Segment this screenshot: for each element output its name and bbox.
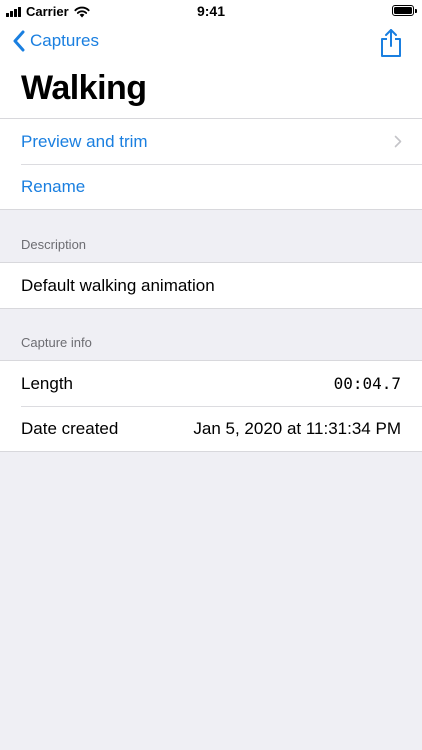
date-created-label: Date created bbox=[21, 418, 119, 438]
actions-group: Preview and trim Rename bbox=[0, 118, 422, 210]
rename-row[interactable]: Rename bbox=[0, 164, 422, 209]
back-button-label: Captures bbox=[30, 31, 99, 50]
description-text: Default walking animation bbox=[21, 275, 215, 295]
capture-info-section-header: Capture info bbox=[21, 335, 92, 350]
date-created-value: Jan 5, 2020 at 11:31:34 PM bbox=[193, 418, 401, 438]
length-label: Length bbox=[21, 373, 73, 393]
length-value: 00:04.7 bbox=[333, 374, 401, 393]
description-row[interactable]: Default walking animation bbox=[0, 263, 422, 308]
battery-icon bbox=[392, 5, 417, 16]
battery-level bbox=[394, 7, 412, 14]
description-group: Default walking animation bbox=[0, 262, 422, 309]
preview-and-trim-label: Preview and trim bbox=[21, 131, 148, 151]
description-section-header: Description bbox=[21, 237, 87, 252]
page-title: Walking bbox=[21, 69, 147, 107]
date-created-row: Date created Jan 5, 2020 at 11:31:34 PM bbox=[0, 406, 422, 451]
status-time: 9:41 bbox=[196, 3, 226, 19]
navigation-bar: Captures Walking bbox=[0, 22, 422, 118]
status-bar: Carrier 9:41 bbox=[0, 0, 422, 22]
chevron-right-icon bbox=[394, 135, 402, 148]
back-button[interactable]: Captures bbox=[12, 30, 99, 52]
capture-info-group: Length 00:04.7 Date created Jan 5, 2020 … bbox=[0, 360, 422, 452]
length-row: Length 00:04.7 bbox=[0, 361, 422, 406]
chevron-left-icon bbox=[13, 30, 25, 52]
preview-and-trim-row[interactable]: Preview and trim bbox=[0, 119, 422, 164]
share-icon[interactable] bbox=[378, 28, 404, 58]
rename-label: Rename bbox=[21, 176, 86, 196]
